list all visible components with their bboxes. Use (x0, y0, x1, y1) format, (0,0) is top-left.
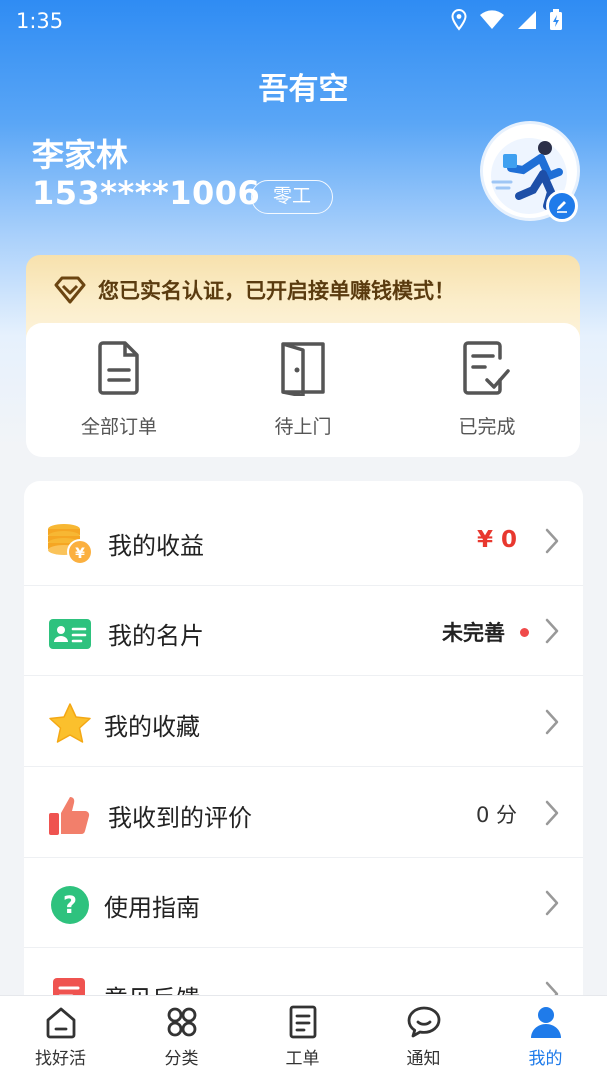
order-label: 待上门 (274, 416, 332, 438)
tab-mine[interactable]: 我的 (485, 1004, 606, 1069)
svg-text:?: ? (63, 891, 77, 919)
business-card-status: 未完善 (442, 621, 505, 645)
chevron-right-icon (545, 528, 559, 558)
earnings-value: ¥ 0 (476, 527, 517, 553)
user-name: 李家林 (32, 136, 129, 174)
battery-icon (549, 9, 563, 31)
tab-find-work[interactable]: 找好活 (0, 1004, 121, 1069)
tab-category[interactable]: 分类 (121, 1004, 242, 1069)
tab-label: 分类 (164, 1049, 199, 1069)
chat-icon (407, 1006, 440, 1038)
role-badge: 零工 (251, 180, 333, 214)
tab-label: 通知 (406, 1049, 441, 1069)
order-label: 全部订单 (80, 416, 157, 438)
all-orders-button[interactable]: 全部订单 (29, 340, 209, 439)
menu-label: 我的收益 (108, 532, 204, 560)
menu-label: 使用指南 (104, 894, 200, 922)
my-reviews-row[interactable]: 我收到的评价 0 分 (24, 768, 583, 858)
verification-text: 您已实名认证，已开启接单赚钱模式！ (98, 279, 455, 303)
user-phone: 153****1006 (32, 174, 261, 212)
bottom-tab-bar: 找好活 分类 工单 通知 我的 (0, 995, 607, 1080)
tab-work-orders[interactable]: 工单 (242, 1004, 363, 1069)
menu-label: 我的名片 (108, 622, 204, 650)
unfinished-dot (520, 628, 529, 637)
tab-notifications[interactable]: 通知 (363, 1004, 484, 1069)
tab-label: 工单 (285, 1049, 320, 1069)
coins-icon: ¥ (46, 519, 94, 567)
app-title: 吾有空 (258, 72, 349, 107)
diamond-icon (54, 276, 86, 308)
chevron-right-icon (545, 890, 559, 920)
completed-button[interactable]: 已完成 (397, 340, 577, 439)
tab-label: 我的 (528, 1049, 563, 1069)
my-earnings-row[interactable]: ¥ 我的收益 ¥ 0 (24, 496, 583, 586)
worksheet-icon (289, 1005, 316, 1039)
edit-avatar-button[interactable] (546, 190, 578, 222)
id-card-icon (46, 609, 94, 657)
menu-label: 我的收藏 (104, 713, 200, 741)
status-bar: 1:35 (0, 0, 607, 44)
my-business-card-row[interactable]: 我的名片 未完善 (24, 586, 583, 676)
menu-card: ¥ 我的收益 ¥ 0 我的名片 未完善 我的收藏 我收到的评价 0 分 ? 使用… (24, 481, 583, 1041)
chevron-right-icon (545, 709, 559, 739)
rating-value: 0 分 (475, 803, 517, 827)
person-icon (530, 1007, 561, 1038)
checklist-icon (463, 341, 510, 395)
grid-icon (167, 1007, 196, 1037)
wifi-icon (479, 10, 505, 30)
order-label: 已完成 (458, 416, 516, 438)
home-icon (46, 1007, 75, 1039)
pending-visit-button[interactable]: 待上门 (213, 340, 393, 439)
chevron-right-icon (545, 618, 559, 648)
star-icon (46, 700, 94, 748)
thumbs-up-icon (46, 791, 94, 839)
chevron-right-icon (545, 800, 559, 830)
pencil-icon (557, 201, 567, 213)
user-guide-row[interactable]: ? 使用指南 (24, 858, 583, 948)
location-icon (451, 9, 467, 31)
document-icon (98, 341, 139, 395)
door-icon (281, 342, 325, 396)
tab-label: 找好活 (35, 1049, 86, 1069)
menu-label: 我收到的评价 (108, 804, 252, 832)
my-favorites-row[interactable]: 我的收藏 (24, 677, 583, 767)
svg-text:¥: ¥ (75, 546, 85, 562)
signal-icon (517, 10, 537, 30)
status-time: 1:35 (16, 9, 64, 33)
help-icon: ? (46, 881, 94, 929)
